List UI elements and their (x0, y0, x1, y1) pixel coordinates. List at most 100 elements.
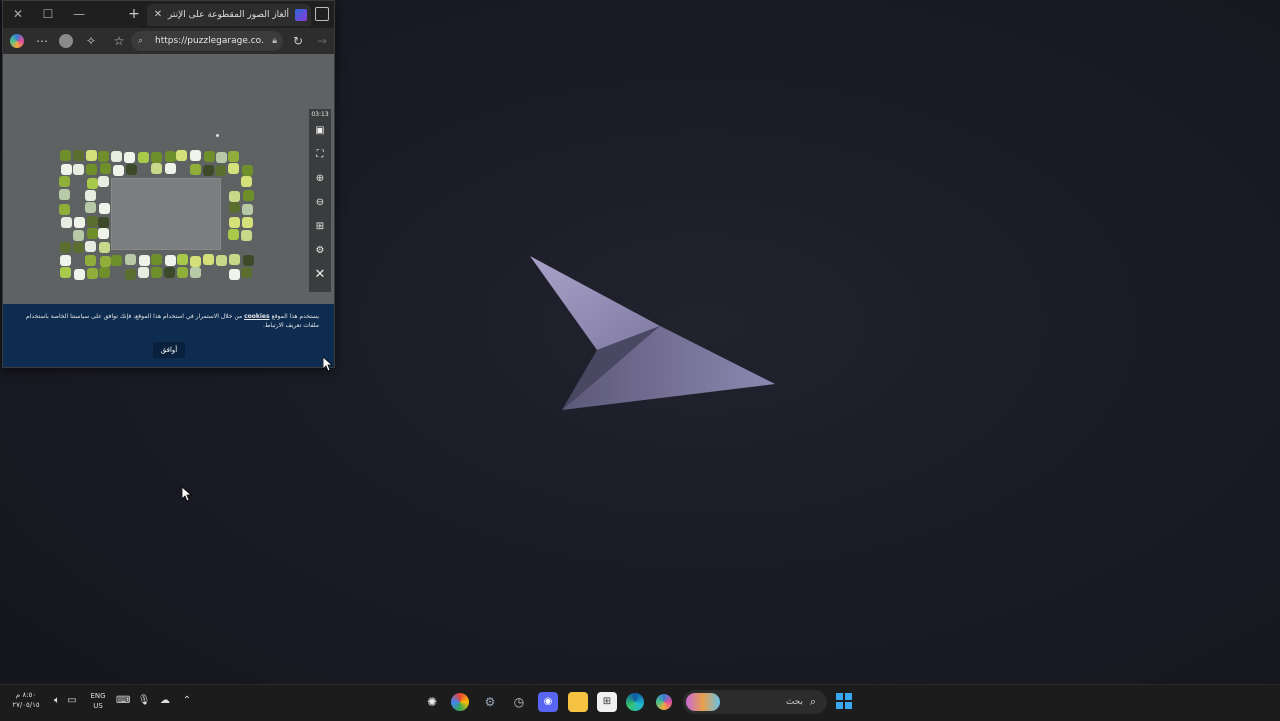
puzzle-piece[interactable] (74, 217, 85, 228)
puzzle-piece[interactable] (216, 152, 227, 163)
puzzle-piece[interactable] (87, 228, 98, 239)
puzzle-piece[interactable] (190, 164, 201, 175)
puzzle-piece[interactable] (99, 267, 110, 278)
puzzle-piece[interactable] (113, 165, 124, 176)
image-preview-icon[interactable]: ▣ (313, 124, 327, 138)
edge-icon[interactable] (626, 693, 644, 711)
puzzle-piece[interactable] (87, 178, 98, 189)
puzzle-piece[interactable] (73, 230, 84, 241)
taskbar-search[interactable]: بحث ⌕ (683, 690, 827, 714)
puzzle-piece[interactable] (229, 269, 240, 280)
puzzle-piece[interactable] (165, 255, 176, 266)
microphone-icon[interactable]: 🎙︎ (137, 694, 151, 708)
puzzle-piece[interactable] (87, 268, 98, 279)
chrome-icon[interactable] (451, 693, 469, 711)
puzzle-piece[interactable] (177, 267, 188, 278)
puzzle-piece[interactable] (190, 256, 201, 267)
puzzle-piece[interactable] (85, 255, 96, 266)
puzzle-piece[interactable] (177, 254, 188, 265)
puzzle-piece[interactable] (60, 267, 71, 278)
start-button[interactable] (836, 693, 852, 709)
zoom-out-icon[interactable]: ⊖ (313, 196, 327, 210)
puzzle-piece[interactable] (111, 255, 122, 266)
puzzle-piece[interactable] (98, 151, 109, 162)
zoom-in-icon[interactable]: ⊕ (313, 172, 327, 186)
settings-gear-icon[interactable]: ⚙ (480, 692, 500, 712)
show-hidden-icons-chevron-icon[interactable]: ⌃ (180, 694, 194, 708)
lock-icon[interactable]: 🔒︎ (272, 31, 277, 51)
puzzle-piece[interactable] (164, 267, 175, 278)
puzzle-piece[interactable] (98, 176, 109, 187)
arrange-pieces-icon[interactable]: ⊞ (313, 220, 327, 234)
tab-actions-icon[interactable] (315, 7, 329, 21)
puzzle-piece[interactable] (61, 217, 72, 228)
puzzle-piece[interactable] (228, 151, 239, 162)
puzzle-piece[interactable] (125, 269, 136, 280)
profile-icon[interactable] (59, 34, 73, 48)
onedrive-icon[interactable]: ☁ (158, 694, 172, 708)
address-url[interactable]: https://puzzlegarage.co... (155, 31, 263, 51)
discord-icon[interactable]: ◉ (538, 692, 558, 712)
puzzle-piece[interactable] (151, 152, 162, 163)
forward-icon[interactable]: → (314, 33, 330, 49)
taskbar-settings-sun-icon[interactable]: ✺ (422, 692, 442, 712)
puzzle-piece[interactable] (125, 254, 136, 265)
puzzle-piece[interactable] (243, 255, 254, 266)
puzzle-piece[interactable] (126, 164, 137, 175)
new-tab-button[interactable]: + (125, 5, 143, 23)
puzzle-piece[interactable] (85, 241, 96, 252)
network-icon[interactable]: ▭ (65, 694, 79, 708)
puzzle-piece[interactable] (229, 191, 240, 202)
favorites-star-icon[interactable]: ☆ (111, 33, 127, 49)
puzzle-piece[interactable] (100, 163, 111, 174)
puzzle-piece[interactable] (86, 150, 97, 161)
puzzle-piece[interactable] (203, 165, 214, 176)
puzzle-piece[interactable] (176, 150, 187, 161)
puzzle-piece[interactable] (86, 164, 97, 175)
puzzle-piece[interactable] (242, 204, 253, 215)
puzzle-piece[interactable] (215, 165, 226, 176)
fullscreen-icon[interactable]: ⛶ (313, 148, 327, 162)
puzzle-target-area[interactable] (111, 178, 221, 250)
puzzle-piece[interactable] (61, 164, 72, 175)
puzzle-piece[interactable] (241, 176, 252, 187)
puzzle-piece[interactable] (74, 269, 85, 280)
puzzle-piece[interactable] (98, 228, 109, 239)
puzzle-piece[interactable] (190, 267, 201, 278)
puzzle-piece[interactable] (98, 217, 109, 228)
puzzle-piece[interactable] (138, 267, 149, 278)
puzzle-piece[interactable] (138, 152, 149, 163)
puzzle-piece[interactable] (229, 217, 240, 228)
puzzle-piece[interactable] (204, 151, 215, 162)
puzzle-piece[interactable] (241, 267, 252, 278)
puzzle-piece[interactable] (228, 163, 239, 174)
puzzle-piece[interactable] (228, 229, 239, 240)
keyboard-icon[interactable]: ⌨ (116, 694, 130, 708)
puzzle-piece[interactable] (59, 176, 70, 187)
puzzle-piece[interactable] (124, 152, 135, 163)
cookie-link[interactable]: cookies (244, 313, 270, 320)
puzzle-piece[interactable] (73, 150, 84, 161)
volume-icon[interactable]: 🔈︎ (50, 694, 64, 708)
puzzle-piece[interactable] (216, 255, 227, 266)
window-close-button[interactable]: ✕ (8, 5, 28, 23)
extensions-icon[interactable]: ✧ (83, 33, 99, 49)
close-icon[interactable]: ✕ (313, 268, 327, 282)
puzzle-piece[interactable] (165, 163, 176, 174)
puzzle-piece[interactable] (243, 190, 254, 201)
puzzle-piece[interactable] (229, 254, 240, 265)
file-explorer-icon[interactable] (568, 692, 588, 712)
puzzle-piece[interactable] (111, 151, 122, 162)
puzzle-piece[interactable] (139, 255, 150, 266)
cookie-accept-button[interactable]: أوافق (153, 342, 185, 358)
puzzle-piece[interactable] (60, 255, 71, 266)
puzzle-piece[interactable] (203, 254, 214, 265)
puzzle-piece[interactable] (151, 254, 162, 265)
puzzle-piece[interactable] (60, 150, 71, 161)
puzzle-piece[interactable] (100, 256, 111, 267)
copilot-taskbar-icon[interactable] (656, 694, 672, 710)
tab-close-icon[interactable]: ✕ (151, 4, 165, 26)
puzzle-piece[interactable] (73, 164, 84, 175)
window-minimize-button[interactable]: — (69, 5, 89, 23)
microsoft-store-icon[interactable]: ⊞ (597, 692, 617, 712)
